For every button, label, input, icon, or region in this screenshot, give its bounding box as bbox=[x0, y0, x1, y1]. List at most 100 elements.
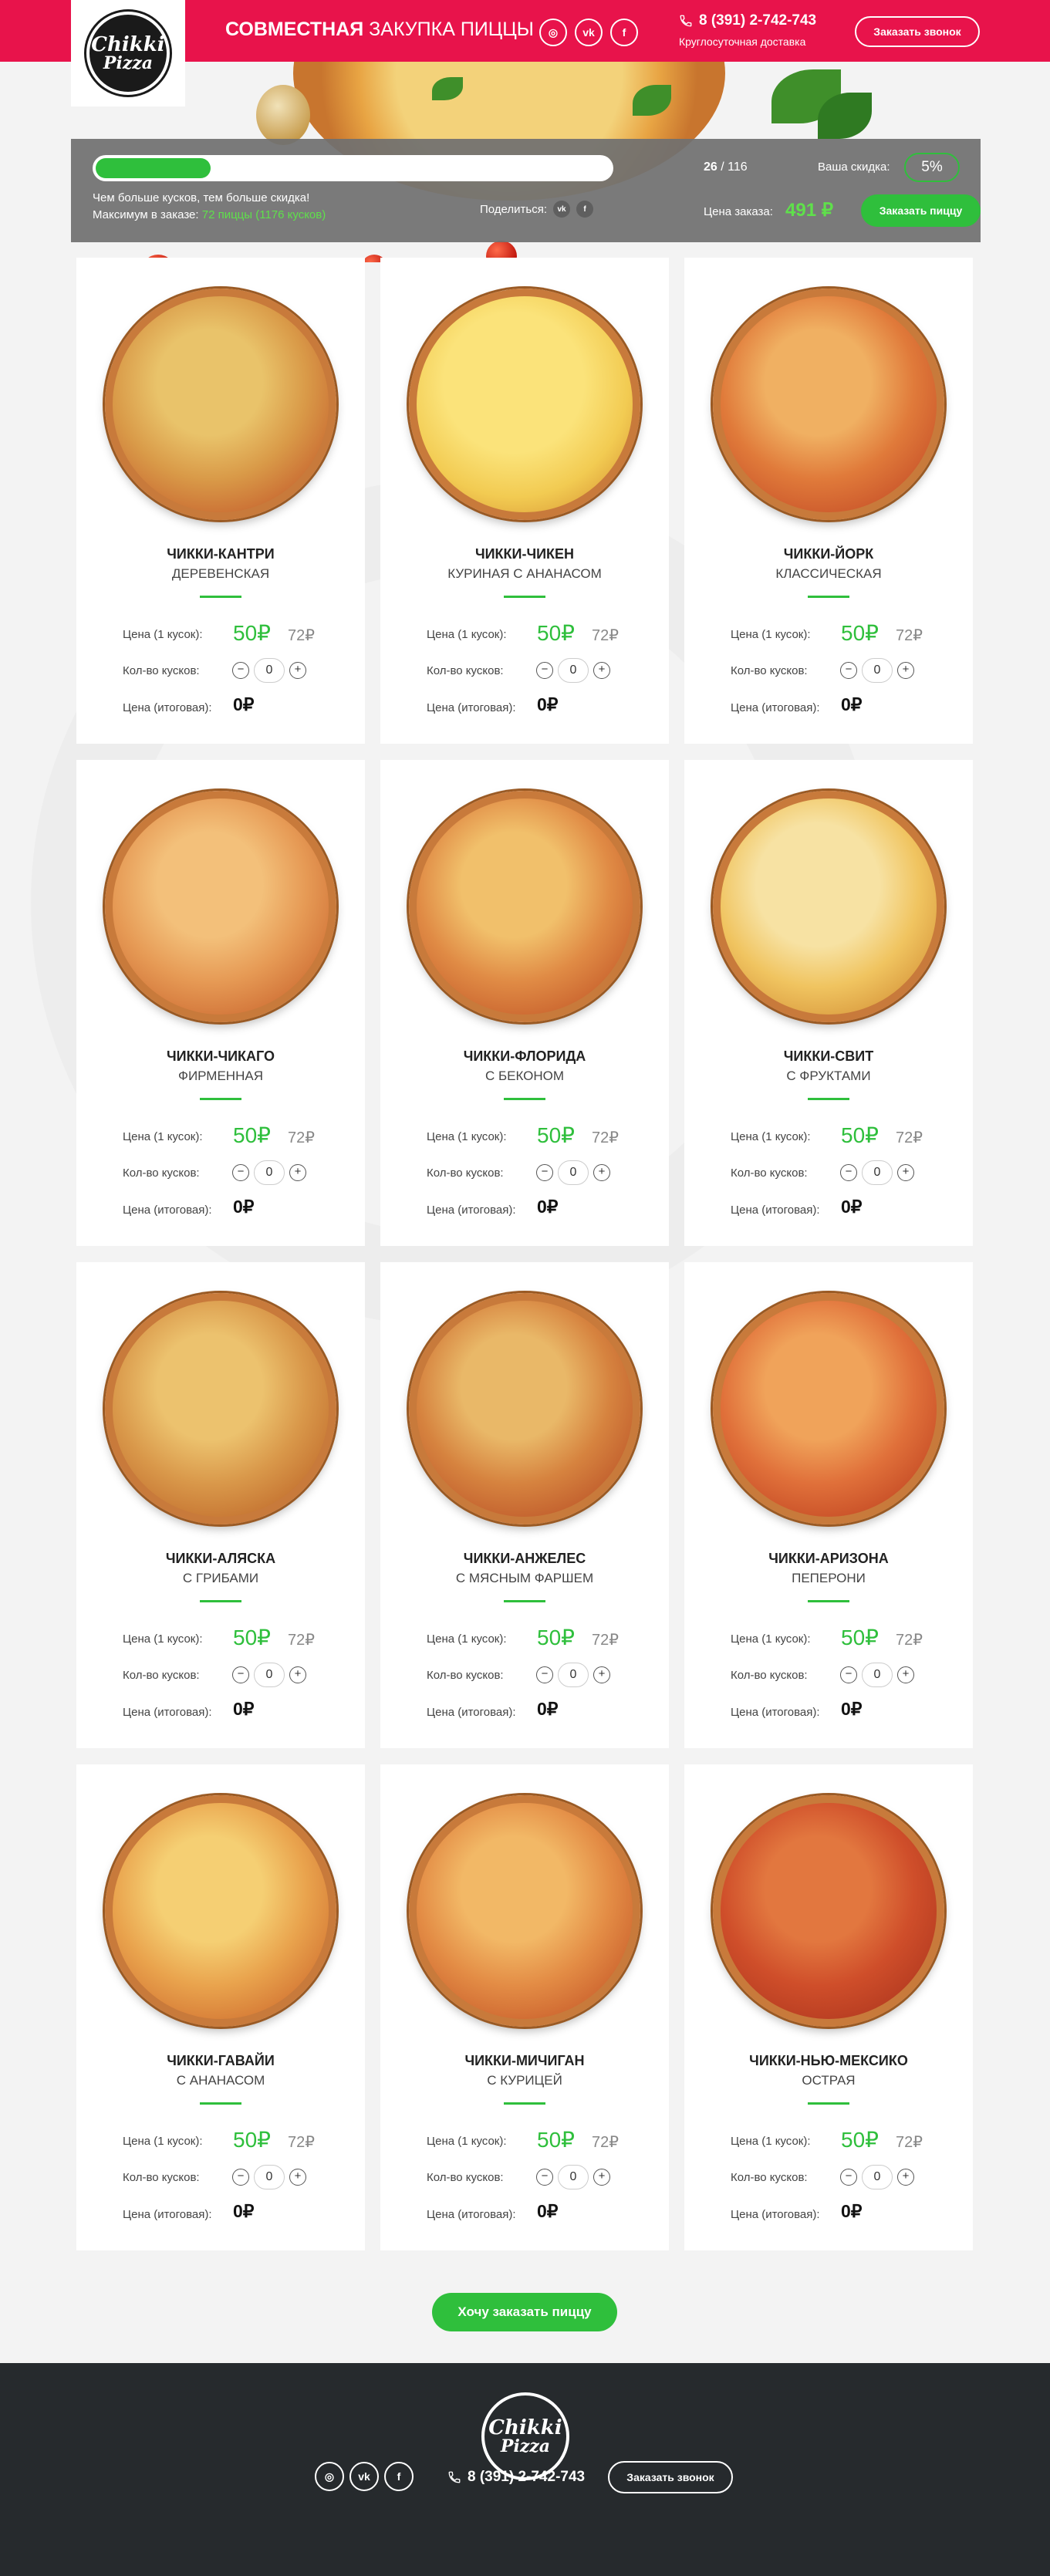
decrement-button[interactable]: − bbox=[232, 2169, 249, 2186]
increment-button[interactable]: + bbox=[593, 2169, 610, 2186]
increment-button[interactable]: + bbox=[593, 1164, 610, 1181]
quantity-label: Кол-во кусков: bbox=[427, 2171, 504, 2184]
price-old-value: 72₽ bbox=[288, 1129, 315, 1146]
price-piece-value: 50₽ bbox=[233, 2128, 271, 2152]
price-old-value: 72₽ bbox=[896, 2134, 923, 2151]
price-old-value: 72₽ bbox=[288, 1632, 315, 1649]
final-price-label: Цена (итоговая): bbox=[427, 2208, 516, 2221]
quantity-input[interactable]: 0 bbox=[558, 658, 589, 683]
increment-button[interactable]: + bbox=[593, 662, 610, 679]
price-piece-label: Цена (1 кусок): bbox=[731, 2135, 811, 2148]
decrement-button[interactable]: − bbox=[536, 1666, 553, 1683]
quantity-stepper: − 0 + bbox=[536, 1160, 610, 1185]
decrement-button[interactable]: − bbox=[840, 2169, 857, 2186]
quantity-stepper: − 0 + bbox=[536, 2165, 610, 2189]
footer-vk-icon[interactable]: vk bbox=[349, 2462, 379, 2491]
price-piece-value: 50₽ bbox=[233, 1626, 271, 1649]
final-price-label: Цена (итоговая): bbox=[427, 1706, 516, 1719]
quantity-input[interactable]: 0 bbox=[558, 2165, 589, 2189]
price-piece-value: 50₽ bbox=[233, 1123, 271, 1147]
decrement-button[interactable]: − bbox=[840, 1666, 857, 1683]
quantity-stepper: − 0 + bbox=[840, 2165, 914, 2189]
footer-facebook-icon[interactable]: f bbox=[384, 2462, 414, 2491]
increment-button[interactable]: + bbox=[289, 662, 306, 679]
price-piece-value: 50₽ bbox=[233, 621, 271, 645]
quantity-input[interactable]: 0 bbox=[558, 1160, 589, 1185]
pizza-name: ЧИККИ-ЧИКАГО bbox=[166, 1048, 275, 1064]
increment-button[interactable]: + bbox=[897, 1666, 914, 1683]
share-label: Поделиться: bbox=[480, 202, 547, 216]
logo-text-2: Pizza bbox=[103, 53, 154, 73]
decrement-button[interactable]: − bbox=[232, 1666, 249, 1683]
instagram-icon[interactable]: ◎ bbox=[539, 19, 567, 46]
price-piece-value: 50₽ bbox=[841, 2128, 879, 2152]
decrement-button[interactable]: − bbox=[840, 662, 857, 679]
quantity-label: Кол-во кусков: bbox=[731, 2171, 808, 2184]
price-old-value: 72₽ bbox=[896, 1632, 923, 1649]
header-phone-link[interactable]: 8 (391) 2-742-743 bbox=[699, 12, 816, 29]
quantity-input[interactable]: 0 bbox=[862, 2165, 893, 2189]
quantity-label: Кол-во кусков: bbox=[123, 664, 200, 677]
footer-contact: 8 (391) 2-742-743 bbox=[447, 2469, 585, 2486]
quantity-input[interactable]: 0 bbox=[862, 1663, 893, 1687]
title-bold: СОВМЕСТНАЯ bbox=[225, 19, 364, 40]
increment-button[interactable]: + bbox=[897, 1164, 914, 1181]
divider bbox=[504, 1600, 545, 1602]
promo-text: Чем больше кусков, тем больше скидка! bbox=[93, 191, 310, 204]
quantity-label: Кол-во кусков: bbox=[731, 1669, 808, 1682]
header-contact: 8 (391) 2-742-743 Круглосуточная доставк… bbox=[679, 12, 816, 48]
price-piece-label: Цена (1 кусок): bbox=[123, 2135, 203, 2148]
divider bbox=[200, 2102, 241, 2105]
quantity-input[interactable]: 0 bbox=[254, 1160, 285, 1185]
increment-button[interactable]: + bbox=[289, 2169, 306, 2186]
pizza-subtitle: ФИРМЕННАЯ bbox=[178, 1069, 263, 1083]
pizza-image bbox=[409, 791, 640, 1022]
vk-share-icon[interactable]: vk bbox=[553, 201, 570, 218]
decrement-button[interactable]: − bbox=[232, 1164, 249, 1181]
price-old-value: 72₽ bbox=[592, 1632, 619, 1649]
increment-button[interactable]: + bbox=[289, 1666, 306, 1683]
increment-button[interactable]: + bbox=[897, 2169, 914, 2186]
price-old-value: 72₽ bbox=[592, 1129, 619, 1146]
price-piece-label: Цена (1 кусок): bbox=[123, 628, 203, 641]
final-price-value: 0₽ bbox=[841, 1197, 863, 1217]
divider bbox=[200, 596, 241, 598]
decrement-button[interactable]: − bbox=[536, 1164, 553, 1181]
quantity-label: Кол-во кусков: bbox=[427, 1166, 504, 1180]
final-price-label: Цена (итоговая): bbox=[123, 701, 212, 714]
facebook-icon[interactable]: f bbox=[610, 19, 638, 46]
quantity-input[interactable]: 0 bbox=[862, 658, 893, 683]
decrement-button[interactable]: − bbox=[536, 2169, 553, 2186]
order-total-label: Цена заказа: bbox=[704, 205, 773, 218]
pieces-separator: / bbox=[717, 160, 728, 174]
final-price-label: Цена (итоговая): bbox=[427, 1204, 516, 1217]
quantity-input[interactable]: 0 bbox=[558, 1663, 589, 1687]
increment-button[interactable]: + bbox=[593, 1666, 610, 1683]
quantity-input[interactable]: 0 bbox=[254, 658, 285, 683]
quantity-input[interactable]: 0 bbox=[862, 1160, 893, 1185]
footer-phone-link[interactable]: 8 (391) 2-742-743 bbox=[468, 2469, 585, 2486]
phone-icon bbox=[680, 15, 692, 27]
increment-button[interactable]: + bbox=[897, 662, 914, 679]
decrement-button[interactable]: − bbox=[232, 662, 249, 679]
quantity-input[interactable]: 0 bbox=[254, 1663, 285, 1687]
call-request-button[interactable]: Заказать звонок bbox=[855, 16, 980, 47]
footer-logo[interactable]: Chikki Pizza bbox=[481, 2392, 569, 2480]
footer-call-button[interactable]: Заказать звонок bbox=[608, 2461, 733, 2493]
logo-emblem: Chikki Pizza bbox=[86, 12, 170, 95]
facebook-share-icon[interactable]: f bbox=[576, 201, 593, 218]
want-order-button[interactable]: Хочу заказать пиццу bbox=[432, 2293, 617, 2331]
pizza-name: ЧИККИ-АЛЯСКА bbox=[165, 1551, 276, 1566]
order-pizza-button[interactable]: Заказать пиццу bbox=[861, 194, 981, 227]
price-piece-label: Цена (1 кусок): bbox=[123, 1130, 203, 1143]
decrement-button[interactable]: − bbox=[536, 662, 553, 679]
quantity-input[interactable]: 0 bbox=[254, 2165, 285, 2189]
vk-icon[interactable]: vk bbox=[575, 19, 603, 46]
quantity-stepper: − 0 + bbox=[232, 2165, 306, 2189]
logo[interactable]: Chikki Pizza bbox=[71, 0, 185, 106]
final-price-label: Цена (итоговая): bbox=[427, 701, 516, 714]
increment-button[interactable]: + bbox=[289, 1164, 306, 1181]
pizza-image bbox=[713, 791, 944, 1022]
footer-instagram-icon[interactable]: ◎ bbox=[315, 2462, 344, 2491]
decrement-button[interactable]: − bbox=[840, 1164, 857, 1181]
